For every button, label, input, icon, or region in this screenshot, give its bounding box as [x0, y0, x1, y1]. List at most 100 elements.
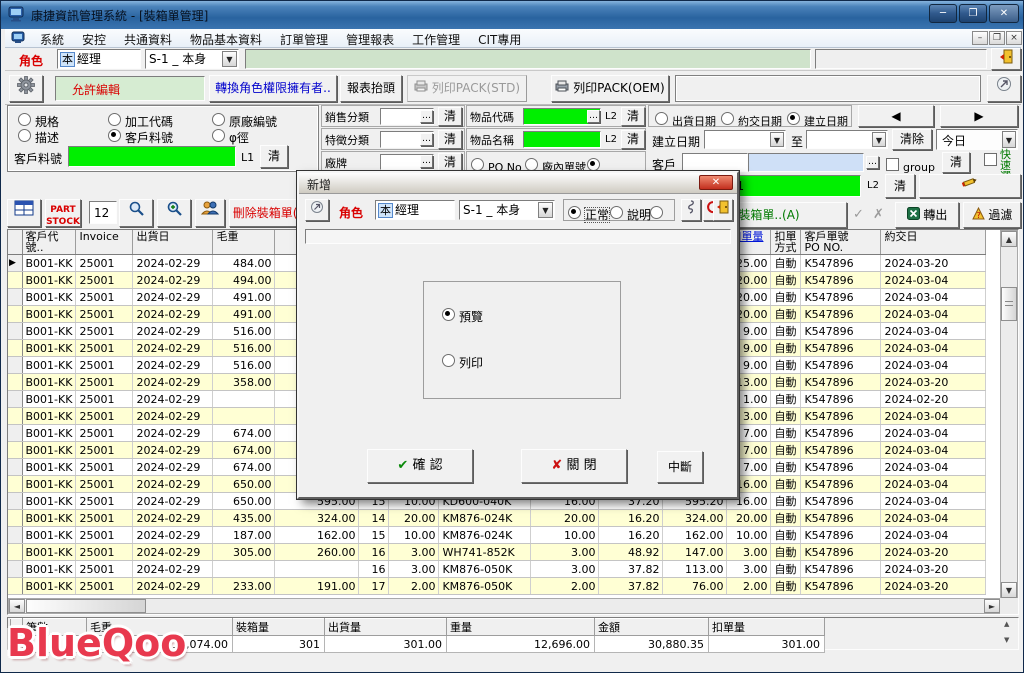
date-from-combo[interactable]: ▼ [704, 130, 786, 149]
column-header[interactable]: 客戶代號.. [22, 230, 76, 255]
customer-code-input[interactable] [682, 153, 748, 172]
menu-item-7[interactable]: CIT專用 [469, 29, 530, 50]
clear-item-name-button[interactable]: 清 [621, 130, 645, 149]
chevron-down-icon[interactable]: ▼ [1002, 131, 1016, 148]
column-header[interactable]: 扣單 方式 [771, 230, 801, 255]
menu-item-3[interactable]: 物品基本資料 [181, 29, 271, 50]
radio-explain[interactable]: 說明 [610, 204, 651, 223]
dialog-role-field[interactable]: 本經理 [375, 200, 455, 220]
radio-create-date[interactable]: 建立日期 [787, 110, 848, 129]
date-to-combo[interactable]: ▼ [806, 130, 888, 149]
clear-customer-button[interactable]: 清 [942, 152, 970, 173]
column-header[interactable]: Invoice [76, 230, 133, 255]
column-header[interactable]: 出貨日 [133, 230, 213, 255]
scroll-up-icon[interactable]: ▲ [1001, 231, 1017, 247]
radio-cust-part[interactable]: 客戶料號 [108, 127, 173, 146]
mdi-restore-icon[interactable]: ❐ [989, 31, 1005, 45]
menu-item-2[interactable]: 共通資料 [115, 29, 181, 50]
scrollbar-thumb[interactable] [1001, 287, 1017, 321]
horizontal-scrollbar[interactable]: ◄ ► [8, 598, 1000, 614]
chevron-down-icon[interactable]: ▼ [872, 132, 886, 147]
column-header[interactable]: 毛重 [213, 230, 275, 255]
radio-print[interactable]: 列印 [442, 352, 483, 371]
table-row[interactable]: B001-KK250012024-02-29435.00324.001420.0… [8, 510, 986, 527]
table-row[interactable]: B001-KK250012024-02-29305.00260.00163.00… [8, 544, 986, 561]
chevron-down-icon[interactable]: ▼ [538, 202, 553, 218]
menu-item-4[interactable]: 訂單管理 [271, 29, 337, 50]
scroll-right-icon[interactable]: ► [984, 599, 1000, 613]
scroll-down-icon[interactable]: ▼ [1001, 582, 1017, 598]
clear-brand-button[interactable]: 清 [438, 153, 462, 171]
customer-name-input[interactable] [748, 153, 864, 172]
feat-class-browse-button[interactable]: … [420, 133, 433, 146]
customer-browse-button[interactable]: … [866, 156, 879, 169]
summary-scroll-up-icon[interactable]: ▲ [1004, 620, 1009, 628]
clear-feat-class-button[interactable]: 清 [438, 130, 462, 149]
report-header-button[interactable]: 報表抬頭 [340, 75, 402, 102]
scrollbar-thumb[interactable] [26, 599, 146, 613]
dialog-exit-button[interactable] [713, 199, 733, 221]
role-select[interactable]: S-1 _ 本身 ▼ [145, 49, 239, 69]
menu-item-0[interactable]: 系統 [31, 29, 73, 50]
column-header[interactable] [8, 230, 22, 255]
summary-scroll-down-icon[interactable]: ▼ [1004, 636, 1009, 644]
search-plus-button[interactable] [157, 199, 191, 227]
users-button[interactable] [195, 199, 225, 227]
cust-part-input[interactable] [68, 146, 236, 167]
clear-item-code-button[interactable]: 清 [621, 107, 645, 126]
item-code-browse-button[interactable]: … [587, 110, 600, 123]
chevron-down-icon[interactable]: ▼ [222, 51, 237, 67]
chevron-down-icon[interactable]: ▼ [770, 132, 784, 147]
radio-preview[interactable]: 預覽 [442, 306, 483, 325]
shortcut-button[interactable] [987, 75, 1021, 102]
minimize-button[interactable]: ─ [929, 4, 957, 23]
menu-item-5[interactable]: 管理報表 [337, 29, 403, 50]
clear-invoice-button[interactable]: 清 [885, 174, 915, 198]
brand-browse-button[interactable]: … [420, 155, 433, 168]
export-button[interactable]: 轉出 [895, 202, 959, 228]
radio-ship-date[interactable]: 出貨日期 [655, 110, 716, 129]
mdi-minimize-icon[interactable]: – [972, 31, 988, 45]
part-stock-button[interactable]: PARTSTOCK [45, 199, 81, 227]
close-button[interactable]: ✕ [989, 4, 1019, 23]
next-button[interactable]: ▶ [940, 105, 1018, 127]
switch-role-button[interactable]: 轉換角色權限擁有者.. [209, 75, 337, 102]
edit-button[interactable] [919, 174, 1021, 198]
table-row[interactable]: B001-KK250012024-02-29187.00162.001510.0… [8, 527, 986, 544]
confirm-button[interactable]: ✔ 確 認 [367, 449, 473, 483]
menu-item-6[interactable]: 工作管理 [403, 29, 469, 50]
today-combo[interactable]: 今日 ▼ [936, 129, 1018, 150]
radio-dia[interactable]: φ徑 [212, 127, 249, 146]
settings-button[interactable] [9, 75, 43, 102]
dialog-title-bar[interactable]: 新增 ✕ [299, 173, 737, 194]
radio-normal[interactable]: 正常 [568, 204, 609, 223]
table-row[interactable]: B001-KK250012024-02-29233.00191.00172.00… [8, 578, 986, 595]
print-oem-button[interactable]: 列印PACK(OEM) [551, 75, 669, 102]
clear-cust-part-button[interactable]: 清 [260, 145, 288, 168]
vertical-scrollbar[interactable]: ▲ ▼ [1000, 230, 1018, 598]
abort-button[interactable]: 中斷 [657, 451, 703, 483]
clear-range-button[interactable]: 清除 [892, 129, 932, 150]
prev-button[interactable]: ◀ [858, 105, 934, 127]
grid-view-button[interactable] [7, 199, 41, 227]
scroll-left-icon[interactable]: ◄ [9, 599, 25, 613]
radio-desc[interactable]: 描述 [18, 127, 59, 146]
menu-item-1[interactable]: 安控 [73, 29, 115, 50]
page-size-input[interactable]: 12 [89, 201, 117, 224]
group-checkbox[interactable]: group [886, 156, 935, 175]
search-button[interactable] [119, 199, 153, 227]
item-name-input[interactable] [523, 131, 601, 148]
radio-due-date[interactable]: 約交日期 [721, 110, 782, 129]
dialog-close-button[interactable]: ✕ [699, 175, 733, 190]
clear-sale-class-button[interactable]: 清 [438, 107, 462, 126]
sale-class-browse-button[interactable]: … [420, 110, 433, 123]
maximize-button[interactable]: ❐ [959, 4, 987, 23]
filter-button[interactable]: ? 過濾(2) [963, 202, 1021, 228]
close-dialog-button[interactable]: ✘ 關 閉 [521, 449, 627, 483]
exit-button[interactable] [991, 48, 1021, 70]
attachment-button[interactable] [681, 199, 701, 221]
column-header[interactable]: 約交日 [881, 230, 986, 255]
dialog-role-select[interactable]: S-1 _ 本身 ▼ [459, 200, 555, 220]
column-header[interactable]: 客戶單號 PO NO. [801, 230, 881, 255]
mdi-close-icon[interactable]: × [1006, 31, 1022, 45]
